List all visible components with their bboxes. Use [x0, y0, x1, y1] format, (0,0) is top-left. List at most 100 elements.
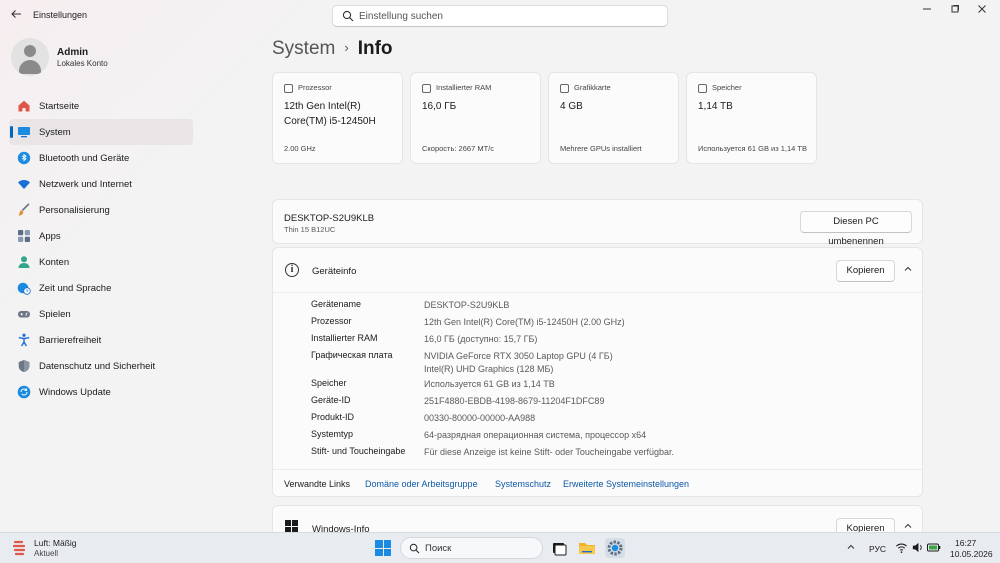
- sidebar-item-network[interactable]: Netzwerk und Internet: [9, 171, 193, 197]
- weather-subtitle: Aktuell: [34, 549, 59, 558]
- card-subtitle: 2.00 GHz: [284, 144, 316, 153]
- start-button[interactable]: [375, 540, 391, 556]
- wifi-icon[interactable]: [895, 541, 908, 556]
- sidebar-item-apps[interactable]: Apps: [9, 223, 193, 249]
- minimize-icon[interactable]: [915, 4, 939, 18]
- spec-label: Gerätename: [311, 299, 362, 309]
- storage-icon: [698, 84, 707, 93]
- monitor-icon: [18, 127, 30, 138]
- windows-info-title: Windows-Info: [312, 524, 370, 532]
- card-subtitle: Используется 61 GB из 1,14 TB: [698, 144, 808, 153]
- spec-value: 12th Gen Intel(R) Core(TM) i5-12450H (2.…: [424, 317, 625, 327]
- settings-app-icon[interactable]: [605, 538, 625, 558]
- home-icon: [18, 100, 30, 112]
- spec-label: Installierter RAM: [311, 333, 378, 343]
- spec-value: DESKTOP-S2U9KLB: [424, 300, 510, 310]
- sidebar-item-home[interactable]: Startseite: [9, 93, 193, 119]
- person-icon: [18, 256, 30, 268]
- maximize-icon[interactable]: [943, 4, 967, 18]
- spec-value: 16,0 ГБ (доступно: 15,7 ГБ): [424, 334, 538, 344]
- chevron-up-icon[interactable]: [903, 264, 913, 274]
- card-title: Speicher: [712, 83, 742, 92]
- taskbar-search-label: Поиск: [425, 543, 452, 554]
- search-input[interactable]: [359, 9, 659, 24]
- sidebar-item-label: Windows Update: [39, 387, 111, 398]
- bluetooth-icon: [17, 151, 31, 165]
- chevron-up-icon[interactable]: [903, 521, 913, 532]
- taskbar-search[interactable]: Поиск: [400, 537, 543, 559]
- volume-icon[interactable]: [911, 541, 924, 556]
- sidebar-item-label: Datenschutz und Sicherheit: [39, 361, 156, 372]
- sidebar-item-personalization[interactable]: Personalisierung: [9, 197, 193, 223]
- sidebar-item-accessibility[interactable]: Barrierefreiheit: [9, 327, 193, 353]
- card-subtitle: Скорость: 2667 MT/c: [422, 144, 494, 153]
- task-view-icon[interactable]: [549, 538, 569, 558]
- air-quality-icon[interactable]: [13, 539, 27, 557]
- brush-icon: [18, 203, 30, 216]
- clock-time[interactable]: 16:27: [955, 538, 976, 548]
- processor-card: Prozessor 12th Gen Intel(R) Core(TM) i5-…: [272, 72, 403, 164]
- sidebar-item-label: Konten: [39, 257, 70, 268]
- taskbar: Luft: Mäßig Aktuell Поиск РУС 16:27 10.0…: [0, 532, 1000, 563]
- sidebar-item-accounts[interactable]: Konten: [9, 249, 193, 275]
- spec-label: Systemtyp: [311, 429, 354, 439]
- spec-label: Prozessor: [311, 316, 352, 326]
- link-domain-workgroup[interactable]: Domäne oder Arbeitsgruppe: [365, 479, 478, 489]
- storage-card: Speicher 1,14 TB Используется 61 GB из 1…: [686, 72, 817, 164]
- spec-label: Geräte-ID: [311, 395, 351, 405]
- breadcrumb-parent[interactable]: System: [272, 38, 335, 59]
- file-explorer-icon[interactable]: [577, 538, 597, 558]
- windows-logo-icon: [285, 520, 298, 532]
- page-title: Info: [357, 38, 393, 59]
- related-links-label: Verwandte Links: [284, 479, 351, 489]
- close-icon[interactable]: [970, 4, 994, 18]
- gpu-icon: [560, 84, 569, 93]
- rename-pc-button[interactable]: Diesen PC umbenennen: [800, 211, 912, 247]
- windows-info-section[interactable]: Windows-Info Kopieren: [272, 505, 923, 532]
- keyboard-language[interactable]: РУС: [869, 544, 886, 554]
- battery-icon[interactable]: [927, 542, 941, 555]
- spec-value: 251F4880-EBDB-4198-8679-11204F1DFC89: [424, 396, 605, 406]
- device-info-section: i Geräteinfo Kopieren Gerätename DESKTOP-…: [272, 247, 923, 497]
- spec-value: Für diese Anzeige ist keine Stift- oder …: [424, 447, 674, 457]
- spec-label: Produkt-ID: [311, 412, 355, 422]
- cpu-icon: [284, 84, 293, 93]
- link-advanced-system-settings[interactable]: Erweiterte Systemeinstellungen: [563, 479, 689, 489]
- title-bar: Einstellungen: [0, 0, 1000, 32]
- sidebar-item-label: System: [39, 127, 71, 138]
- copy-windows-info-button[interactable]: Kopieren: [836, 518, 895, 532]
- settings-window: Einstellungen Admin Lokales Konto Starts…: [0, 0, 1000, 532]
- globe-clock-icon: [17, 282, 31, 295]
- sidebar-item-label: Netzwerk und Internet: [39, 179, 132, 190]
- weather-title[interactable]: Luft: Mäßig: [34, 538, 77, 548]
- card-subtitle: Mehrere GPUs installiert: [560, 144, 642, 153]
- apps-icon: [18, 230, 30, 242]
- card-value: 12th Gen Intel(R) Core(TM) i5-12450H: [284, 101, 376, 127]
- link-system-protection[interactable]: Systemschutz: [495, 479, 551, 489]
- spec-label: Speicher: [311, 378, 347, 388]
- breadcrumb: System › Info: [272, 38, 393, 60]
- spec-value: 00330-80000-00000-AA988: [424, 413, 536, 423]
- sidebar-item-time-language[interactable]: Zeit und Sprache: [9, 275, 193, 301]
- sidebar-item-bluetooth[interactable]: Bluetooth und Geräte: [9, 145, 193, 171]
- device-info-header[interactable]: i Geräteinfo Kopieren: [273, 248, 922, 293]
- sidebar-item-privacy[interactable]: Datenschutz und Sicherheit: [9, 353, 193, 379]
- copy-device-info-button[interactable]: Kopieren: [836, 260, 895, 282]
- sidebar-item-system[interactable]: System: [9, 119, 193, 145]
- clock-date[interactable]: 10.05.2026: [950, 549, 993, 559]
- profile-account-type: Lokales Konto: [57, 59, 108, 68]
- gamepad-icon: [18, 311, 30, 318]
- spec-label: Stift- und Toucheingabe: [311, 446, 406, 456]
- app-title: Einstellungen: [33, 10, 88, 20]
- sidebar-item-windows-update[interactable]: Windows Update: [9, 379, 193, 405]
- sidebar-item-label: Bluetooth und Geräte: [39, 153, 130, 164]
- tray-overflow-chevron-icon[interactable]: [846, 542, 856, 554]
- settings-search-box[interactable]: [332, 5, 668, 27]
- card-title: Prozessor: [298, 83, 332, 92]
- sidebar-item-gaming[interactable]: Spielen: [9, 301, 193, 327]
- breadcrumb-separator: ›: [344, 40, 349, 55]
- sidebar-nav: Startseite System Bluetooth und Geräte N…: [9, 93, 193, 405]
- pc-model: Thin 15 B12UC: [284, 225, 336, 234]
- pc-name: DESKTOP-S2U9KLB: [284, 213, 375, 224]
- back-arrow-icon[interactable]: [8, 8, 24, 24]
